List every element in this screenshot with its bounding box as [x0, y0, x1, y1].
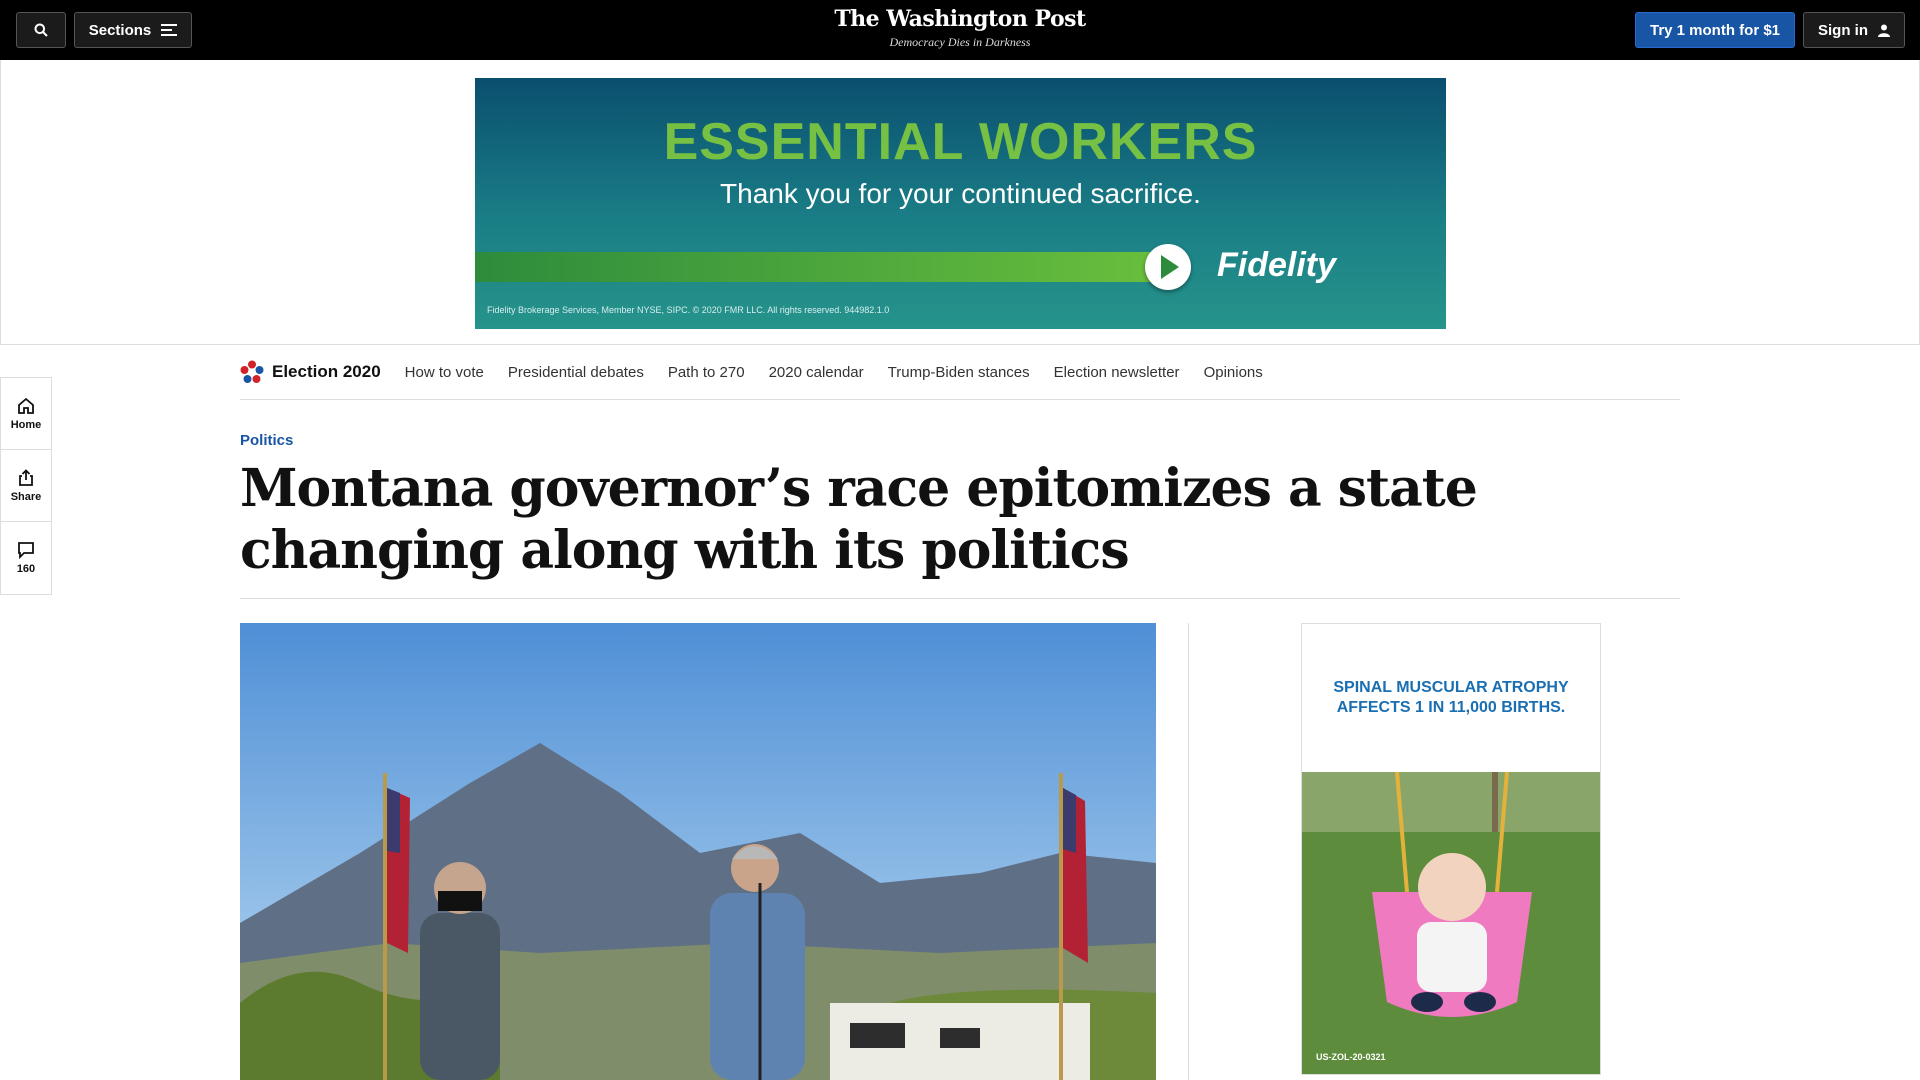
search-icon: [34, 23, 48, 37]
share-button[interactable]: Share: [1, 450, 51, 522]
comments-count: 160: [16, 563, 36, 575]
headline-divider: [240, 598, 1680, 599]
menu-icon: [161, 24, 178, 36]
nav-link-trump-biden-stances[interactable]: Trump-Biden stances: [888, 364, 1030, 381]
play-arrow-icon: [1145, 244, 1191, 290]
sections-label: Sections: [88, 21, 152, 39]
sign-in-label: Sign in: [1818, 21, 1868, 39]
nav-link-election-newsletter[interactable]: Election newsletter: [1054, 364, 1180, 381]
nav-link-2020-calendar[interactable]: 2020 calendar: [769, 364, 864, 381]
ad-subline: Thank you for your continued sacrifice.: [720, 178, 1201, 209]
comment-icon: [18, 542, 34, 559]
election-title: Election 2020: [272, 362, 381, 381]
home-button[interactable]: Home: [1, 378, 51, 450]
article-headline: Montana governor’s race epitomizes a sta…: [240, 458, 1478, 581]
top-navigation-bar: Sections The Washington Post Democracy D…: [0, 0, 1920, 60]
column-divider: [1188, 623, 1189, 1080]
side-ad-photo: [1302, 771, 1600, 1074]
nav-link-path-to-270[interactable]: Path to 270: [668, 364, 745, 381]
subscribe-button[interactable]: Try 1 month for $1: [1635, 12, 1795, 48]
nav-link-how-to-vote[interactable]: How to vote: [405, 364, 484, 381]
lead-photo[interactable]: [240, 623, 1156, 1080]
top-ad-region: ESSENTIAL WORKERS Thank you for your con…: [0, 60, 1920, 345]
share-label: Share: [10, 490, 42, 503]
user-icon: [1878, 24, 1890, 37]
article-kicker[interactable]: Politics: [240, 432, 293, 449]
home-icon: [18, 397, 34, 414]
left-action-rail: Home Share 160: [0, 377, 52, 595]
election-star-icon: [240, 360, 264, 383]
side-ad-banner[interactable]: SPINAL MUSCULAR ATROPHY AFFECTS 1 IN 11,…: [1301, 623, 1601, 1075]
share-icon: [19, 468, 33, 486]
side-ad-code: US-ZOL-20-0321: [1316, 1052, 1386, 1062]
sign-in-button[interactable]: Sign in: [1803, 12, 1905, 48]
sections-button[interactable]: Sections: [74, 12, 192, 48]
ad-brand-logo: Fidelity: [1217, 246, 1337, 284]
site-tagline: Democracy Dies in Darkness: [889, 35, 1031, 49]
side-ad-text: SPINAL MUSCULAR ATROPHY AFFECTS 1 IN 11,…: [1333, 679, 1569, 716]
site-logo[interactable]: The Washington Post: [760, 6, 1160, 32]
ad-headline: ESSENTIAL WORKERS: [663, 113, 1258, 171]
ad-fine-print: Fidelity Brokerage Services, Member NYSE…: [487, 305, 890, 315]
comments-button[interactable]: 160: [1, 522, 51, 594]
nav-link-presidential-debates[interactable]: Presidential debates: [508, 364, 644, 381]
nav-link-opinions[interactable]: Opinions: [1204, 364, 1263, 381]
search-button[interactable]: [16, 12, 66, 48]
top-ad-banner[interactable]: ESSENTIAL WORKERS Thank you for your con…: [475, 78, 1446, 329]
election-brand[interactable]: Election 2020: [240, 360, 381, 384]
home-label: Home: [10, 418, 42, 431]
election-subnav: Election 2020 How to vote Presidential d…: [240, 345, 1680, 400]
masthead[interactable]: The Washington Post Democracy Dies in Da…: [760, 6, 1160, 50]
ad-green-bar: [475, 252, 1165, 282]
